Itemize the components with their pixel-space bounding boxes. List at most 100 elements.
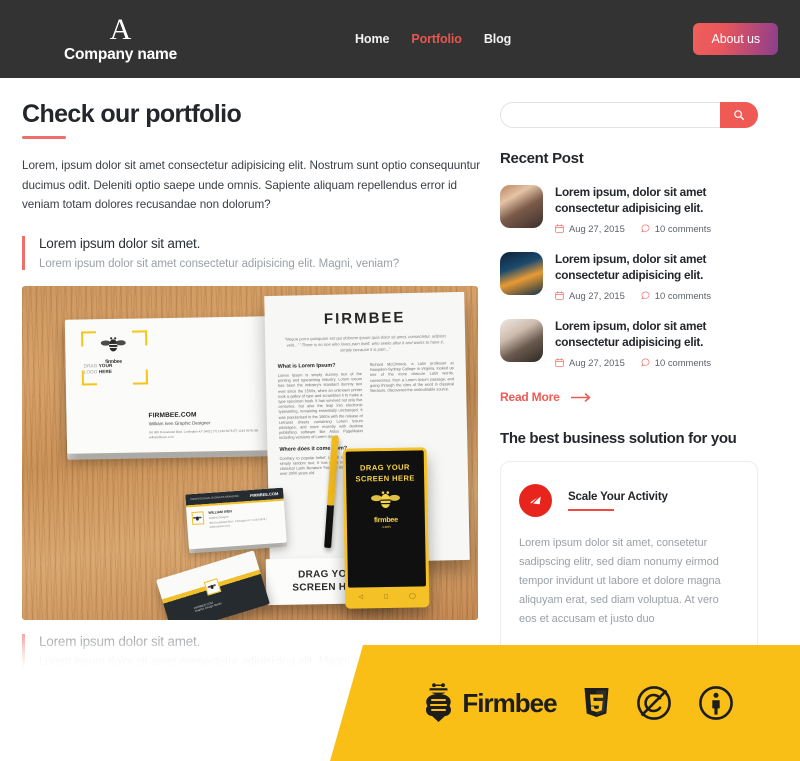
phone-screen: DRAG YOUR SCREEN HERE firmbee .com (345, 449, 427, 588)
portfolio-photo[interactable]: firmbee DRAG YOUR LOGO HERE FIRMBEE.COM … (22, 285, 478, 620)
post-comments-label: 10 comments (654, 223, 712, 234)
quote-title: Lorem ipsum dolor sit amet. (39, 235, 201, 251)
bee-icon (207, 583, 217, 589)
phone-back-icon: ◁ (358, 593, 364, 600)
post-date-label: Aug 27, 2015 (569, 357, 625, 368)
post-comments-label: 10 comments (654, 290, 712, 301)
highlight-quote: Lorem ipsum dolor sit amet. Lorem ipsum … (22, 235, 482, 270)
banner-content: Firmbee HTML (330, 645, 800, 761)
post-body: Lorem ipsum, dolor sit amet consectetur … (555, 185, 758, 234)
nav-item-home[interactable]: Home (355, 32, 389, 46)
post-title[interactable]: Lorem ipsum, dolor sit amet consectetur … (555, 252, 758, 283)
post-meta: Aug 27, 2015 10 comments (555, 223, 758, 234)
envelope-person: William Iven Graphic Designer (148, 419, 211, 426)
card-person-block: WILLIAM IVEN Graphic Designer 356 Dossel… (208, 505, 280, 528)
calendar-icon (555, 291, 564, 300)
phone-logo: firmbee .com (370, 489, 401, 529)
search-input[interactable] (500, 102, 720, 128)
drag-bold-2: HERE (98, 368, 113, 375)
read-more-link[interactable]: Read More (500, 390, 758, 404)
page-title: Check our portfolio (22, 100, 242, 128)
no-copyright-icon (636, 686, 671, 720)
post-date: Aug 27, 2015 (555, 223, 625, 234)
brand-name-label: Company name (64, 45, 178, 63)
post-date-label: Aug 27, 2015 (569, 223, 625, 234)
list-item[interactable]: Lorem ipsum, dolor sit amet consectetur … (500, 319, 758, 368)
post-date: Aug 27, 2015 (555, 290, 625, 301)
logo-a-icon: A (109, 12, 132, 46)
card-back-text: FIRMBEE.COM Graphic Design Studio (193, 598, 223, 613)
nav-item-blog[interactable]: Blog (484, 32, 511, 46)
post-thumbnail (500, 185, 543, 228)
content-area: Check our portfolio Lorem, ipsum dolor s… (0, 78, 800, 744)
bee-icon (370, 490, 400, 508)
phone-nav-bar: ◁ ◻ ◯ (348, 586, 426, 605)
phone-home-icon: ◻ (383, 592, 389, 600)
post-body: Lorem ipsum, dolor sit amet consectetur … (555, 319, 758, 368)
card-bee-badge (191, 510, 205, 525)
search-bar (500, 102, 758, 128)
post-title[interactable]: Lorem ipsum, dolor sit amet consectetur … (555, 319, 758, 350)
phone-recent-icon: ◯ (409, 592, 416, 599)
envelope-logo: firmbee (89, 335, 137, 365)
envelope-address: (A) 356 Dosselsted Blvd. Carlingten KY 3… (148, 427, 259, 439)
solution-card-text: Lorem ipsum dolor sit amet, consetetur s… (519, 537, 721, 625)
envelope-site: FIRMBEE.COM (148, 410, 197, 419)
card-top-note: PROFESSIONAL BUSINESS BRANDING (190, 494, 239, 501)
document-quote: "Neque porro quisquam est qui dolorem ip… (284, 332, 446, 353)
phone-mockup: DRAG YOUR SCREEN HERE firmbee .com ◁ ◻ ◯ (342, 446, 430, 609)
document-title: FIRMBEE (323, 308, 406, 328)
solution-card-title: Scale Your Activity (568, 490, 668, 503)
envelope-address-block: FIRMBEE.COM William Iven Graphic Designe… (148, 410, 258, 440)
document-heading-1: What is Lorem Ipsum? (277, 362, 336, 370)
comment-icon (641, 358, 650, 367)
brand-logo[interactable]: A Company name (64, 12, 178, 64)
post-title[interactable]: Lorem ipsum, dolor sit amet consectetur … (555, 185, 758, 216)
post-date-label: Aug 27, 2015 (569, 290, 625, 301)
read-more-label: Read More (500, 390, 560, 404)
comment-icon (641, 291, 650, 300)
search-icon (734, 110, 745, 121)
phone-drag-text: DRAG YOUR SCREEN HERE (355, 462, 415, 484)
quote-subtitle: Lorem ipsum dolor sit amet consectetur a… (39, 257, 400, 270)
recent-post-heading: Recent Post (500, 150, 584, 167)
post-date: Aug 27, 2015 (555, 357, 625, 368)
card-body: WILLIAM IVEN Graphic Designer 356 Dossel… (186, 500, 286, 535)
drag-light-2: LOGO (83, 369, 98, 375)
card-site: FIRMBEE.COM (249, 490, 279, 498)
list-item[interactable]: Lorem ipsum, dolor sit amet consectetur … (500, 185, 758, 234)
calendar-icon (555, 224, 564, 233)
megaphone-glyph (529, 494, 542, 507)
bee-icon (100, 336, 126, 351)
post-comments-label: 10 comments (654, 357, 712, 368)
list-item[interactable]: Lorem ipsum, dolor sit amet consectetur … (500, 252, 758, 301)
nav-item-portfolio[interactable]: Portfolio (411, 32, 462, 46)
drag-light-1: DRAG (83, 362, 98, 368)
post-thumbnail (500, 252, 543, 295)
html5-icon: HTML (584, 687, 609, 717)
solution-card-title-block: Scale Your Activity (568, 490, 668, 511)
envelope-mockup: firmbee DRAG YOUR LOGO HERE FIRMBEE.COM … (64, 315, 270, 454)
post-comments: 10 comments (641, 223, 711, 234)
html5-label: HTML (589, 687, 603, 688)
firmbee-wordmark: Firmbee (462, 687, 557, 718)
document-paragraph-3: Richard McClintock, a Latin professor at… (369, 359, 455, 393)
page-root: A Company name Home Portfolio Blog About… (0, 0, 800, 761)
about-us-button[interactable]: About us (693, 23, 778, 55)
drag-bold-1: YOUR (98, 362, 113, 368)
comment-icon (641, 224, 650, 233)
solution-card[interactable]: Scale Your Activity Lorem ipsum dolor si… (500, 461, 758, 654)
megaphone-icon (519, 484, 552, 517)
firmbee-bee-icon (426, 683, 452, 722)
attribution-icon (698, 686, 733, 720)
post-thumbnail (500, 319, 543, 362)
post-meta: Aug 27, 2015 10 comments (555, 290, 758, 301)
firmbee-lockup[interactable]: Firmbee (422, 683, 558, 723)
calendar-icon (555, 358, 564, 367)
search-button[interactable] (720, 102, 758, 128)
intro-paragraph: Lorem, ipsum dolor sit amet consectetur … (22, 159, 481, 211)
post-body: Lorem ipsum, dolor sit amet consectetur … (555, 252, 758, 301)
post-comments: 10 comments (641, 357, 711, 368)
document-paragraph-1: Lorem Ipsum is simply dummy text of the … (277, 370, 364, 440)
main-navigation: Home Portfolio Blog (355, 32, 511, 46)
